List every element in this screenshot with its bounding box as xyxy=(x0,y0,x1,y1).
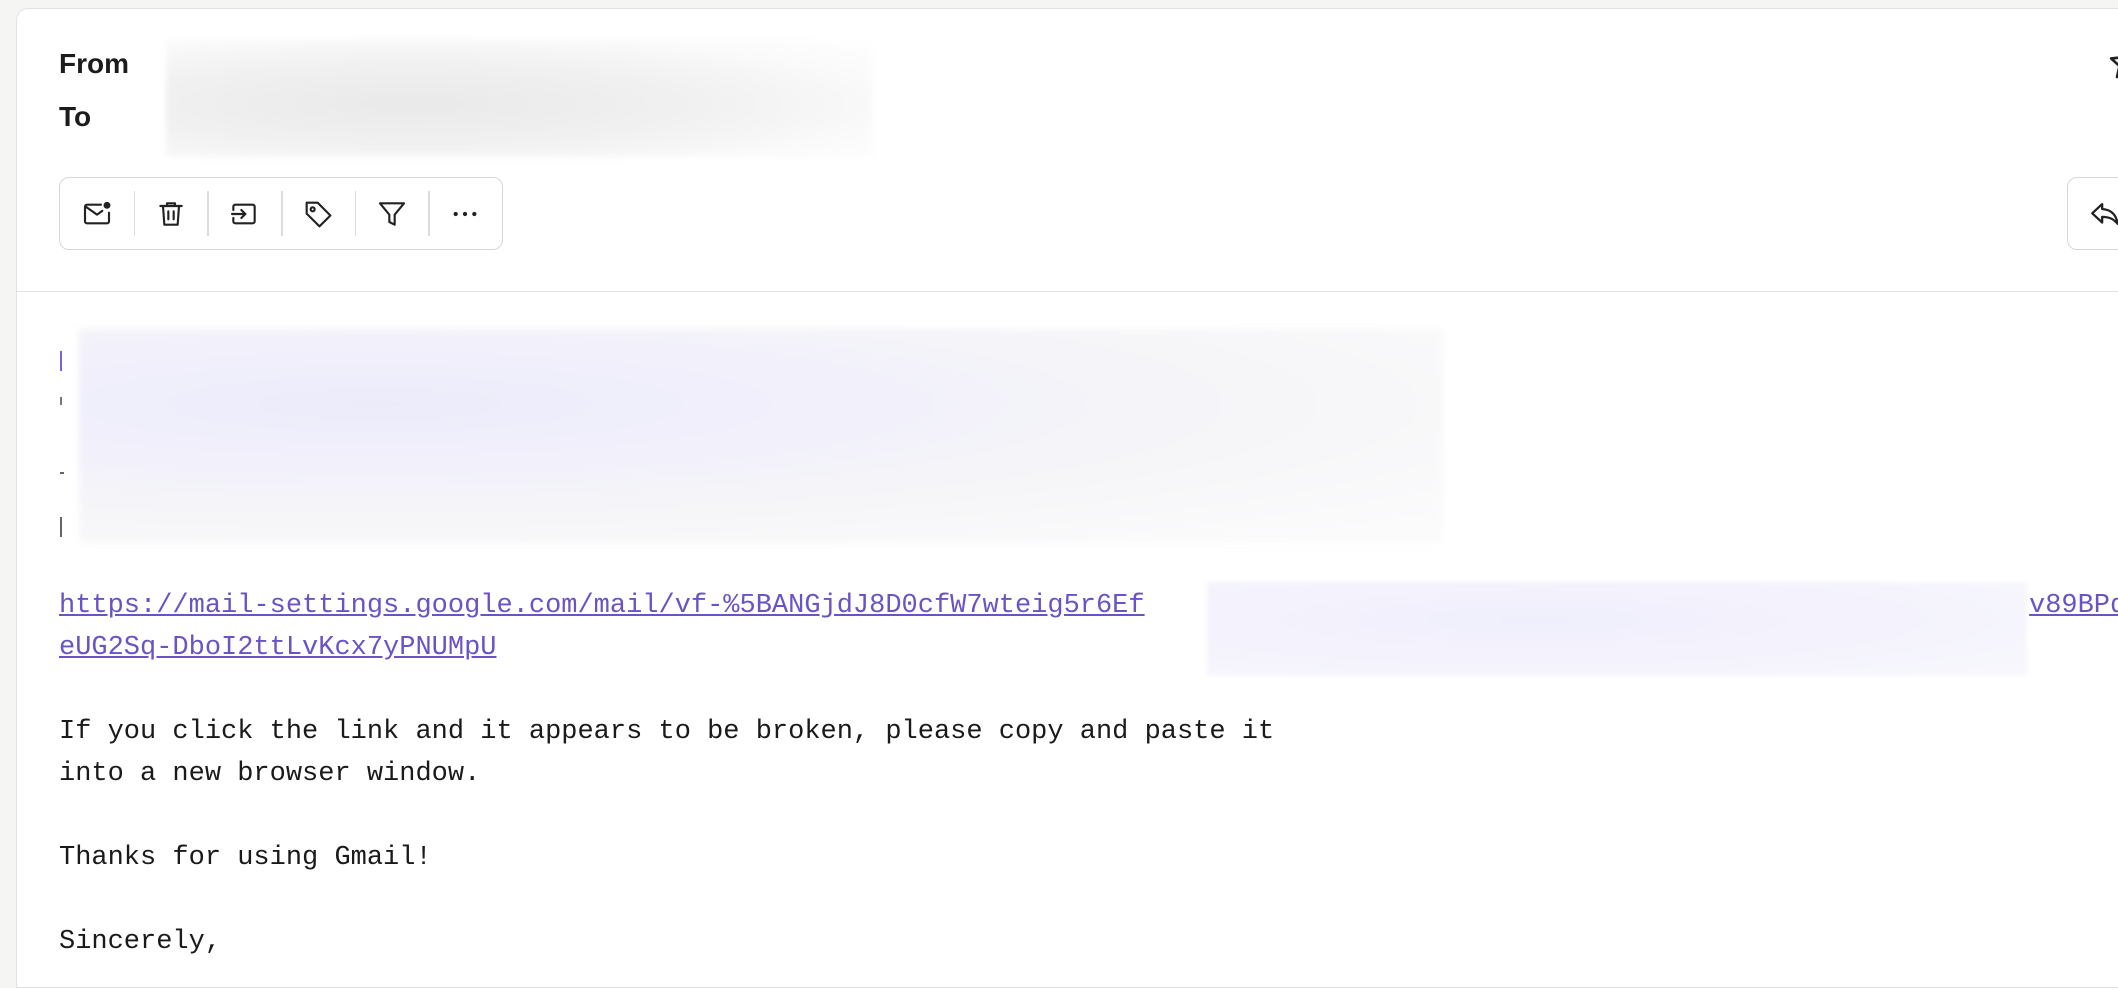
body-text-line: Thanks for using Gmail! xyxy=(59,843,432,873)
redaction-edge xyxy=(60,517,62,537)
message-header: From To xyxy=(17,9,2118,292)
more-button[interactable] xyxy=(428,178,502,249)
label-button[interactable] xyxy=(281,178,355,249)
settings-link[interactable]: https://mail-settings.google.com/mail/vf… xyxy=(59,591,1145,621)
more-horizontal-icon xyxy=(453,211,477,216)
redacted-sender-recipient xyxy=(166,39,872,157)
redaction-edge xyxy=(60,472,64,474)
body-text-line: into a new browser window. xyxy=(59,759,481,789)
mark-unread-button[interactable] xyxy=(60,178,134,249)
redacted-link-segment xyxy=(1207,582,2027,676)
from-label: From xyxy=(59,48,129,79)
redaction-edge xyxy=(60,351,62,371)
redaction-edge xyxy=(60,397,62,405)
settings-link-continued[interactable]: eUG2Sq-DboI2ttLvKcx7yPNUMpU xyxy=(59,633,496,663)
body-text-line: If you click the link and it appears to … xyxy=(59,717,1275,747)
trash-icon xyxy=(158,201,183,226)
redacted-message-intro xyxy=(79,329,1443,543)
email-message-pane: From To https://mail-settings.google.com… xyxy=(16,8,2118,988)
signoff-text: Sincerely, xyxy=(59,927,222,957)
move-button[interactable] xyxy=(207,178,281,249)
filter-icon xyxy=(378,201,405,226)
mail-unread-icon xyxy=(83,201,111,224)
delete-button[interactable] xyxy=(133,178,208,249)
settings-link-tail[interactable]: v89BPd xyxy=(2029,591,2118,621)
tag-icon xyxy=(305,201,332,227)
move-to-icon xyxy=(231,203,256,224)
reply-button[interactable] xyxy=(2067,177,2118,250)
message-toolbar xyxy=(59,177,503,250)
filter-button[interactable] xyxy=(354,178,429,249)
reply-icon xyxy=(2091,202,2118,225)
star-icon[interactable] xyxy=(2107,43,2118,83)
to-label: To xyxy=(59,101,92,132)
